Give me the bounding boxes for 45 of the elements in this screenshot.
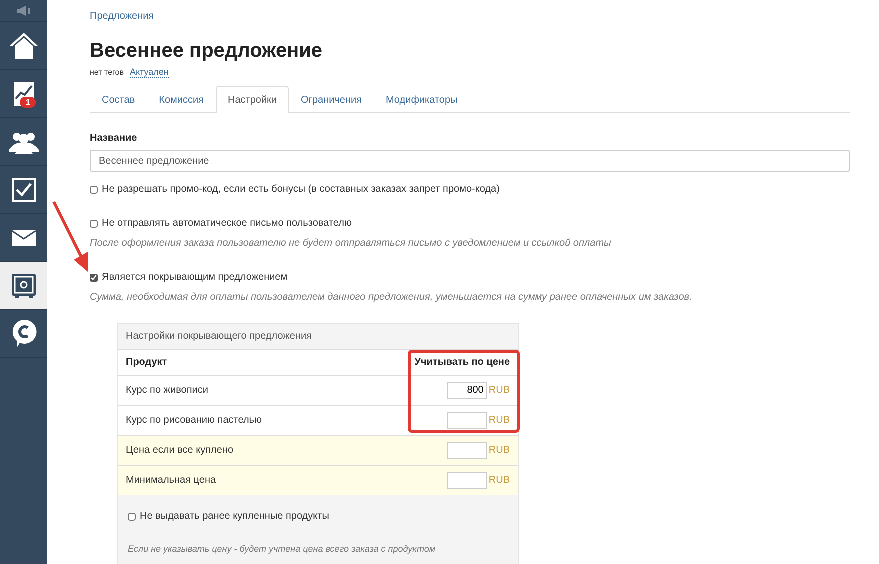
notification-badge: 1: [20, 97, 36, 108]
tab[interactable]: Ограничения: [289, 86, 374, 113]
price-field[interactable]: [446, 442, 487, 459]
speaker-icon: [16, 6, 30, 16]
currency-label: RUB: [488, 385, 510, 396]
table-cell: Цена если все куплено: [118, 436, 349, 466]
checkbox[interactable]: [90, 186, 98, 194]
sidebar-item[interactable]: [0, 262, 47, 310]
page-title: Весеннее предложение: [90, 40, 324, 63]
checkbox-label: Не разрешать промо-код, если есть бонусы (в составных заказах запрет промо-кода): [102, 184, 500, 195]
checkbox-label: Не отправлять автоматическое письмо пользователю: [102, 218, 352, 229]
panel-title: Настройки покрывающего предложения: [125, 330, 313, 344]
currency-label: RUB: [488, 475, 510, 486]
price-field[interactable]: [446, 472, 487, 489]
field-label: Название: [90, 133, 138, 144]
checkbox[interactable]: [128, 512, 136, 520]
checkbox[interactable]: [90, 274, 98, 282]
tab[interactable]: Состав: [90, 86, 148, 113]
table-cell: Курс по живописи: [118, 376, 349, 406]
tab[interactable]: Комиссия: [147, 86, 216, 113]
checkbox-icon[interactable]: [12, 178, 36, 202]
checkbox[interactable]: [90, 220, 98, 228]
tags-label: нет тегов: [90, 68, 124, 77]
currency-label: RUB: [488, 445, 510, 456]
currency-label: RUB: [488, 415, 510, 426]
price-field[interactable]: 800: [446, 382, 487, 399]
hint-text: Если не указывать цену - будет учтена цена всего заказа с продуктом: [127, 544, 437, 554]
name-field[interactable]: Весеннее предложение: [90, 150, 850, 172]
column-header: Учитывать по цене: [348, 350, 518, 376]
hint-text: Сумма, необходимая для оплаты пользователем данного предложения, уменьшается на сумму ранее оплаченных им заказов.: [90, 292, 694, 303]
hint-text: После оформления заказа пользователю не будет отправляться письмо с уведомлением и ссылкой оплаты: [90, 238, 612, 249]
tab[interactable]: Модификаторы: [374, 86, 470, 113]
table-cell: Минимальная цена: [118, 466, 349, 495]
mail-icon[interactable]: [12, 230, 36, 246]
status-link[interactable]: Актуален: [130, 67, 169, 78]
sidebar-item[interactable]: 1: [0, 70, 47, 118]
safe-icon[interactable]: [12, 274, 36, 298]
home-icon[interactable]: [8, 32, 38, 60]
price-field[interactable]: [446, 412, 487, 429]
checkbox-label: Не выдавать ранее купленные продукты: [140, 511, 330, 522]
column-header: Продукт: [118, 350, 349, 376]
checkbox-label: Является покрывающим предложением: [102, 272, 288, 283]
chat-icon[interactable]: [10, 318, 36, 348]
tab[interactable]: Настройки: [216, 86, 290, 113]
breadcrumb-link[interactable]: Предложения: [90, 11, 154, 22]
